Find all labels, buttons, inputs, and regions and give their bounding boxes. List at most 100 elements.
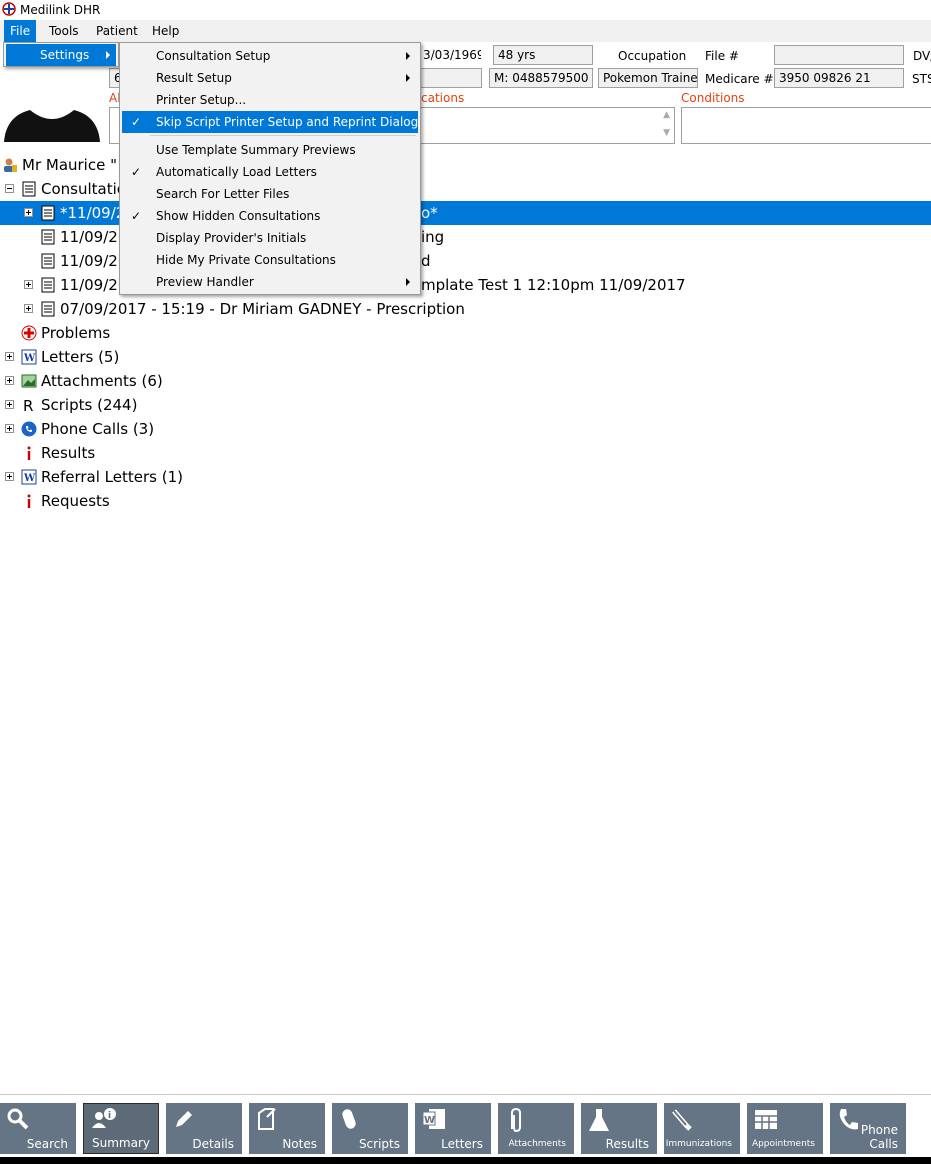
menu-tools[interactable]: Tools xyxy=(43,20,85,42)
menu-item-hide-private-consultations[interactable]: Hide My Private Consultations xyxy=(122,249,418,271)
file-number-field xyxy=(774,45,904,65)
notes-icon xyxy=(258,1108,276,1130)
app-logo-icon xyxy=(2,2,16,16)
toolbar-search-button[interactable]: Search xyxy=(0,1103,76,1154)
taskbar-strip xyxy=(0,1157,931,1164)
consultations-label: Consultatio xyxy=(41,180,126,198)
toolbar-label: Phone Calls xyxy=(860,1123,898,1151)
tree-attachments[interactable]: Attachments (6) xyxy=(0,369,931,393)
toolbar-phone-calls-button[interactable]: Phone Calls xyxy=(830,1103,906,1154)
mobile-field: M: 0488579500 xyxy=(489,68,593,88)
attachment-image-icon xyxy=(21,374,37,388)
toolbar-label: Notes xyxy=(282,1137,317,1151)
tree-referral-letters[interactable]: W Referral Letters (1) xyxy=(0,465,931,489)
menu-item-show-hidden-consultations[interactable]: ✓ Show Hidden Consultations xyxy=(122,205,418,227)
menu-item-label: Hide My Private Consultations xyxy=(156,253,336,267)
menu-item-label: Settings xyxy=(40,48,90,62)
collapse-icon[interactable] xyxy=(5,184,14,193)
toolbar-scripts-button[interactable]: Scripts xyxy=(332,1103,408,1154)
menu-item-auto-load-letters[interactable]: ✓ Automatically Load Letters xyxy=(122,161,418,183)
toolbar-letters-button[interactable]: W Letters xyxy=(415,1103,491,1154)
menu-separator xyxy=(150,135,416,136)
expand-icon[interactable] xyxy=(24,304,33,313)
svg-text:i: i xyxy=(108,1111,111,1121)
scroll-up-icon[interactable]: ▲ xyxy=(663,110,670,120)
toolbar-label: Immunizations xyxy=(665,1139,732,1149)
expand-icon[interactable] xyxy=(5,400,14,409)
word-icon: W xyxy=(422,1109,445,1129)
section-label: Referral Letters (1) xyxy=(41,468,183,486)
bottom-toolbar: Search i Summary Details Notes Scripts W… xyxy=(0,1094,931,1156)
settings-menu: Consultation Setup Result Setup Printer … xyxy=(119,42,421,295)
submenu-arrow-icon xyxy=(406,52,410,60)
notepad-icon xyxy=(41,253,55,269)
toolbar-summary-button[interactable]: i Summary xyxy=(83,1103,159,1154)
menu-file[interactable]: File xyxy=(4,20,37,42)
menu-item-label: Automatically Load Letters xyxy=(156,165,317,179)
toolbar-immunizations-button[interactable]: Immunizations xyxy=(664,1103,740,1154)
tree-letters[interactable]: W Letters (5) xyxy=(0,345,931,369)
menu-item-label: Use Template Summary Previews xyxy=(156,143,356,157)
section-label: Requests xyxy=(41,492,110,510)
menu-item-provider-initials[interactable]: Display Provider's Initials xyxy=(122,227,418,249)
toolbar-label: Appointments xyxy=(751,1139,815,1149)
svg-text:W: W xyxy=(424,1115,435,1126)
toolbar-label: Letters xyxy=(441,1137,483,1151)
tree-phone-calls[interactable]: Phone Calls (3) xyxy=(0,417,931,441)
menu-item-result-setup[interactable]: Result Setup xyxy=(122,67,418,89)
consultation-title: mplate Test 1 12:10pm 11/09/2017 xyxy=(421,276,686,294)
toolbar-details-button[interactable]: Details xyxy=(166,1103,242,1154)
menu-item-skip-script-printer[interactable]: ✓ Skip Script Printer Setup and Reprint … xyxy=(122,111,418,133)
menu-patient[interactable]: Patient xyxy=(90,20,144,42)
medications-box[interactable]: ▲ ▼ xyxy=(418,107,675,144)
conditions-box[interactable] xyxy=(681,107,931,144)
submenu-arrow-icon xyxy=(106,51,110,59)
toolbar-label: Search xyxy=(26,1137,68,1151)
menu-item-preview-handler[interactable]: Preview Handler xyxy=(122,271,418,293)
file-menu: Settings xyxy=(3,42,119,67)
medications-label: cations xyxy=(421,91,465,105)
menu-item-template-previews[interactable]: Use Template Summary Previews xyxy=(122,139,418,161)
toolbar-attachments-button[interactable]: Attachments xyxy=(498,1103,574,1154)
checkmark-icon: ✓ xyxy=(130,165,142,179)
occupation-field: Pokemon Trainer xyxy=(598,68,698,88)
expand-icon[interactable] xyxy=(5,352,14,361)
consultation-title: 07/09/2017 - 15:19 - Dr Miriam GADNEY - … xyxy=(60,300,465,318)
expand-icon[interactable] xyxy=(5,424,14,433)
paperclip-icon xyxy=(511,1107,521,1133)
menu-item-consultation-setup[interactable]: Consultation Setup xyxy=(122,45,418,67)
consultation-title: o* xyxy=(421,204,438,222)
toolbar-label: Summary xyxy=(92,1136,150,1150)
toolbar-label: Attachments xyxy=(508,1139,566,1149)
toolbar-appointments-button[interactable]: Appointments xyxy=(747,1103,823,1154)
menu-item-label: Consultation Setup xyxy=(156,49,271,63)
menu-item-label: Result Setup xyxy=(156,71,232,85)
consultation-row[interactable]: 07/09/2017 - 15:19 - Dr Miriam GADNEY - … xyxy=(0,297,931,321)
toolbar-notes-button[interactable]: Notes xyxy=(249,1103,325,1154)
tree-problems[interactable]: Problems xyxy=(0,321,931,345)
menu-item-label: Preview Handler xyxy=(156,275,254,289)
info-icon xyxy=(27,446,31,460)
expand-icon[interactable] xyxy=(24,280,33,289)
tree-results[interactable]: Results xyxy=(0,441,931,465)
section-label: Scripts (244) xyxy=(41,396,138,414)
tree-scripts[interactable]: R Scripts (244) xyxy=(0,393,931,417)
scroll-down-icon[interactable]: ▼ xyxy=(663,128,670,138)
consultation-title: ing xyxy=(421,228,445,246)
menu-item-search-letter-files[interactable]: Search For Letter Files xyxy=(122,183,418,205)
menu-help[interactable]: Help xyxy=(146,20,185,42)
notepad-icon xyxy=(41,277,55,293)
tree-requests[interactable]: Requests xyxy=(0,489,931,513)
toolbar-results-button[interactable]: Results xyxy=(581,1103,657,1154)
toolbar-label: Results xyxy=(605,1137,649,1151)
pencil-icon xyxy=(176,1111,192,1127)
menu-item-settings[interactable]: Settings xyxy=(6,44,116,66)
expand-icon[interactable] xyxy=(5,472,14,481)
search-icon xyxy=(7,1108,29,1130)
menu-item-label: Skip Script Printer Setup and Reprint Di… xyxy=(156,115,419,129)
expand-icon[interactable] xyxy=(5,376,14,385)
conditions-label: Conditions xyxy=(681,91,745,105)
expand-icon[interactable] xyxy=(24,208,33,217)
menu-item-printer-setup[interactable]: Printer Setup... xyxy=(122,89,418,111)
submenu-arrow-icon xyxy=(406,74,410,82)
